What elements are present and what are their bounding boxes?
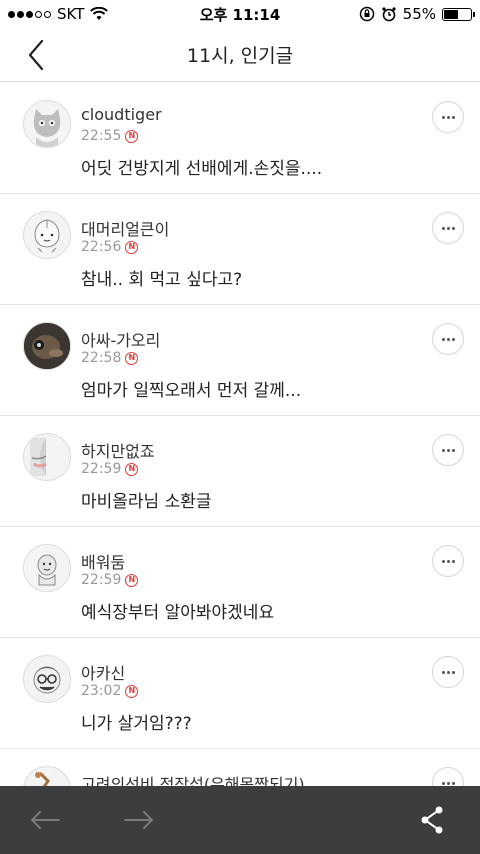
comment-text: 참내.. 회 먹고 싶다고? (81, 270, 243, 290)
status-right: 55% (359, 5, 475, 23)
time-row: 22:59 N (81, 461, 139, 477)
list-item[interactable]: 아싸-가오리 22:58 N 엄마가 일찍오래서 먼저 갈께... (0, 305, 480, 416)
post-time: 22:59 (81, 572, 122, 588)
chevron-left-icon (28, 39, 44, 71)
post-time: 23:02 (81, 683, 122, 699)
time-row: 22:58 N (81, 350, 139, 366)
status-left: SKT (8, 5, 109, 23)
author-name: 아싸-가오리 (81, 331, 161, 350)
character-avatar-icon (37, 554, 57, 586)
more-icon (441, 781, 455, 785)
more-icon (441, 226, 455, 230)
status-bar: SKT 오후 11:14 55% (0, 0, 480, 28)
figure-avatar-icon (35, 771, 50, 786)
avatar[interactable] (23, 655, 71, 703)
time-row: 23:02 N (81, 683, 139, 699)
author-name: 아카신 (81, 664, 126, 683)
photo-avatar-icon (24, 323, 70, 369)
new-badge-icon: N (125, 684, 139, 698)
avatar[interactable] (23, 766, 71, 786)
new-badge-icon: N (125, 462, 139, 476)
bottom-toolbar (0, 786, 480, 854)
more-icon (441, 670, 455, 674)
page-title: 11시, 인기글 (186, 45, 294, 67)
avatar[interactable] (23, 433, 71, 481)
comment-list[interactable]: cloudtiger 22:55 N 어딧 건방지게 선배에게.손짓을.... … (0, 83, 480, 786)
battery-icon (442, 7, 475, 21)
list-item[interactable]: cloudtiger 22:55 N 어딧 건방지게 선배에게.손짓을.... (0, 83, 480, 194)
glasses-avatar-icon (33, 666, 61, 694)
new-badge-icon: N (125, 351, 139, 365)
list-item[interactable]: 아카신 23:02 N 니가 살거임??? (0, 638, 480, 749)
post-time: 22:58 (81, 350, 122, 366)
share-button[interactable] (414, 802, 450, 838)
status-time: 오후 11:14 (199, 5, 281, 24)
author-name: cloudtiger (81, 105, 162, 124)
time-row: 22:59 N (81, 572, 139, 588)
list-item[interactable]: 고려의선비 정장섭(우해목짱되기) (0, 749, 480, 786)
avatar[interactable] (23, 211, 71, 259)
comment-text: 엄마가 일찍오래서 먼저 갈께... (81, 381, 302, 401)
new-badge-icon: N (125, 240, 139, 254)
comment-text: 예식장부터 알아봐야겠네요 (81, 603, 275, 623)
nav-bar: 11시, 인기글 (0, 28, 480, 82)
carrier-label: SKT (57, 5, 85, 23)
more-button[interactable] (432, 323, 464, 355)
more-button[interactable] (432, 767, 464, 786)
comment-text: 마비올라님 소환글 (81, 492, 212, 512)
comment-text: 니가 살거임??? (81, 714, 192, 734)
comment-text: 어딧 건방지게 선배에게.손짓을.... (81, 159, 323, 179)
battery-percent: 55% (402, 5, 436, 23)
more-button[interactable] (432, 212, 464, 244)
more-icon (441, 115, 455, 119)
new-badge-icon: N (125, 573, 139, 587)
list-item[interactable]: 대머리얼큰이 22:56 N 참내.. 회 먹고 싶다고? (0, 194, 480, 305)
avatar[interactable] (23, 544, 71, 592)
list-item[interactable]: 하지만없죠 22:59 N 마비올라님 소환글 (0, 416, 480, 527)
face-avatar-icon (30, 438, 47, 476)
apeach-avatar-icon (34, 219, 60, 253)
rotation-lock-icon (359, 6, 374, 22)
more-button[interactable] (432, 434, 464, 466)
post-time: 22:59 (81, 461, 122, 477)
author-name: 하지만없죠 (81, 442, 155, 461)
arrow-left-icon (31, 811, 60, 829)
more-icon (441, 448, 455, 452)
avatar[interactable] (23, 100, 71, 148)
author-name: 대머리얼큰이 (81, 220, 170, 239)
more-icon (441, 337, 455, 341)
avatar[interactable] (23, 322, 71, 370)
back-button[interactable] (18, 36, 54, 74)
new-badge-icon: N (125, 129, 139, 143)
wifi-icon (90, 7, 109, 20)
back-arrow-button[interactable] (27, 802, 63, 838)
time-row: 22:55 N (81, 128, 139, 144)
more-button[interactable] (432, 101, 464, 133)
author-name: 고려의선비 정장섭(우해목짱되기) (81, 775, 305, 786)
list-item[interactable]: 배워둠 22:59 N 예식장부터 알아봐야겠네요 (0, 527, 480, 638)
time-row: 22:56 N (81, 239, 139, 255)
forward-arrow-button[interactable] (121, 802, 157, 838)
more-icon (441, 559, 455, 563)
share-icon (421, 806, 443, 834)
post-time: 22:55 (81, 128, 122, 144)
arrow-right-icon (124, 811, 153, 829)
post-time: 22:56 (81, 239, 122, 255)
author-name: 배워둠 (81, 553, 126, 572)
alarm-icon (382, 7, 396, 22)
cat-avatar-icon (33, 109, 61, 147)
more-button[interactable] (432, 545, 464, 577)
more-button[interactable] (432, 656, 464, 688)
signal-icon (8, 10, 51, 18)
